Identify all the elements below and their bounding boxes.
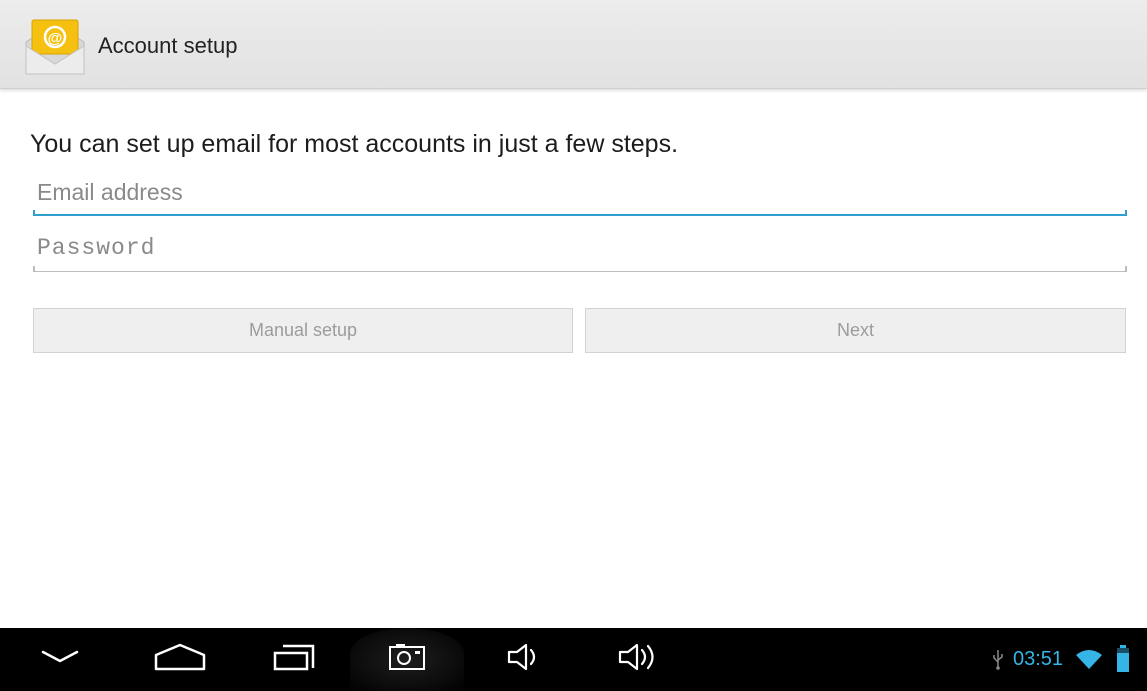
action-bar: @ Account setup [0,0,1147,89]
navigation-bar: 03:51 [0,628,1147,691]
email-input[interactable] [33,172,1127,212]
email-app-icon[interactable]: @ [22,16,88,78]
volume-down-button[interactable] [494,628,554,691]
app-title: Account setup [98,33,238,58]
screenshot-icon [387,642,427,677]
manual-setup-button[interactable]: Manual setup [33,308,573,353]
email-field[interactable] [33,172,1127,216]
wifi-icon [1075,648,1103,675]
password-input[interactable] [33,228,1127,268]
volume-down-icon [506,642,542,677]
status-area[interactable]: 03:51 [947,628,1147,691]
password-field[interactable] [33,228,1127,272]
recent-apps-button[interactable] [262,628,326,691]
email-underline [33,210,1127,216]
volume-up-icon [617,642,661,677]
back-button[interactable] [30,628,90,691]
home-icon [153,642,207,677]
home-button[interactable] [145,628,215,691]
battery-icon [1116,644,1130,679]
volume-up-button[interactable] [604,628,674,691]
svg-text:@: @ [48,30,63,47]
intro-text: You can set up email for most accounts i… [30,130,679,158]
back-icon [40,647,80,672]
next-button[interactable]: Next [585,308,1126,353]
password-underline [33,266,1127,272]
screenshot-button[interactable] [350,628,464,691]
usb-icon [992,648,1004,675]
status-clock: 03:51 [1013,648,1064,670]
recent-apps-icon [271,642,317,677]
